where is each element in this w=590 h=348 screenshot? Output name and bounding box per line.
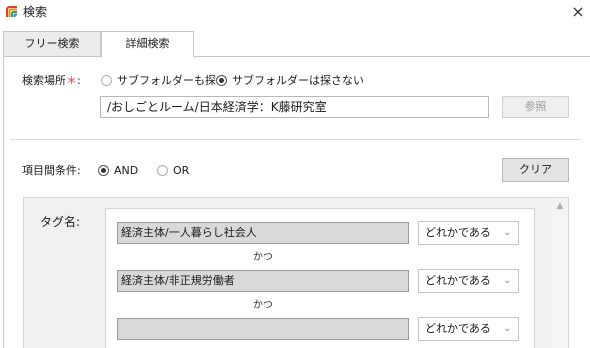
section-divider xyxy=(10,139,580,140)
include-subfolders-label[interactable]: サブフォルダーも探す xyxy=(117,74,227,88)
tag-match-select-3[interactable]: どれかである ⌄ xyxy=(418,317,519,341)
include-subfolders-radio[interactable] xyxy=(101,75,112,86)
exclude-subfolders-radio[interactable] xyxy=(216,75,227,86)
close-icon[interactable]: × xyxy=(571,2,584,21)
scroll-up-icon[interactable]: ▲ xyxy=(552,198,568,214)
panel-border xyxy=(3,56,4,348)
or-label[interactable]: OR xyxy=(173,164,189,178)
search-location-text: 検索場所 xyxy=(22,74,66,87)
tab-divider xyxy=(3,56,101,57)
tab-detailed-search[interactable]: 詳細検索 xyxy=(101,31,194,58)
radio-selected-dot xyxy=(219,78,224,83)
condition-label: 項目間条件: xyxy=(22,164,81,177)
chevron-down-icon: ⌄ xyxy=(503,228,511,238)
window-title: 検索 xyxy=(23,5,48,19)
or-radio[interactable] xyxy=(157,165,168,176)
vertical-scrollbar[interactable] xyxy=(552,198,568,348)
tag-match-select-1[interactable]: どれかである ⌄ xyxy=(418,221,519,245)
conjunction-label: かつ xyxy=(253,252,273,263)
tab-divider xyxy=(194,56,590,57)
tag-match-value: どれかである xyxy=(425,322,491,335)
tag-match-select-2[interactable]: どれかである ⌄ xyxy=(418,269,519,293)
app-logo-icon xyxy=(6,6,17,17)
exclude-subfolders-label[interactable]: サブフォルダーは探さない xyxy=(232,74,364,88)
tag-match-value: どれかである xyxy=(425,274,491,287)
tag-field-3[interactable] xyxy=(117,318,409,340)
label-colon: : xyxy=(77,74,81,87)
tag-name-label: タグ名: xyxy=(40,215,81,229)
radio-selected-dot xyxy=(101,168,106,173)
clear-button[interactable]: クリア xyxy=(502,158,569,182)
tag-field-1[interactable]: 経済主体/一人暮らし社会人 xyxy=(117,222,409,244)
chevron-down-icon: ⌄ xyxy=(503,276,511,286)
close-button[interactable]: × xyxy=(569,2,587,22)
chevron-down-icon: ⌄ xyxy=(503,324,511,334)
required-mark: ＊ xyxy=(66,74,77,87)
tag-field-2[interactable]: 経済主体/非正規労働者 xyxy=(117,270,409,292)
and-label[interactable]: AND xyxy=(114,164,138,178)
search-location-path[interactable]: /おしごとルーム/日本経済学：K藤研究室 xyxy=(100,96,489,118)
conjunction-label: かつ xyxy=(253,300,273,311)
search-location-label: 検索場所＊: xyxy=(22,74,81,88)
tag-match-value: どれかである xyxy=(425,226,491,239)
browse-button[interactable]: 参照 xyxy=(502,96,569,118)
and-radio[interactable] xyxy=(98,165,109,176)
tab-free-search[interactable]: フリー検索 xyxy=(3,31,101,57)
